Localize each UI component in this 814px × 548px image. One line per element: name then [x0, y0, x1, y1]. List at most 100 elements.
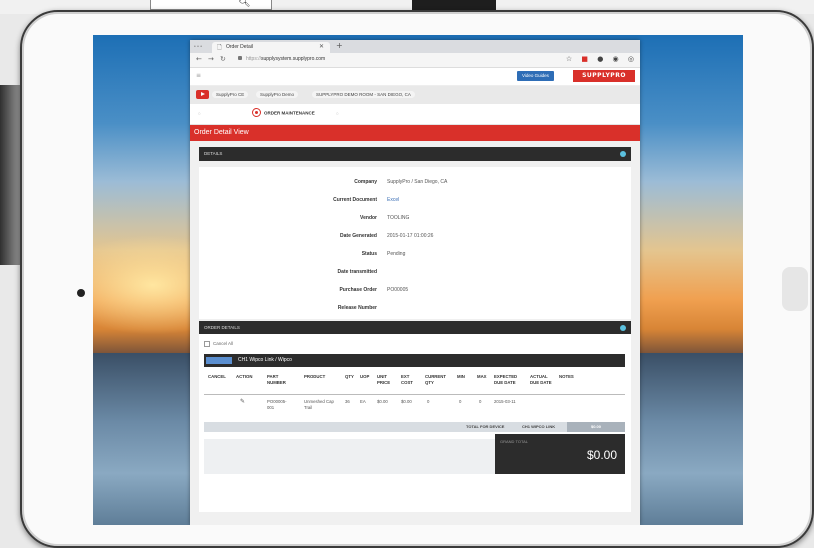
detail-row: Purchase Order PO00005 [199, 287, 631, 297]
toolbar-icons: ☆ ■ ● ◉ ◎ [559, 55, 634, 63]
tablet-camera [77, 289, 85, 297]
column-header: UOP [360, 374, 370, 379]
details-header-label: DETAILS [204, 151, 223, 156]
grand-total-box: GRAND TOTAL $0.00 [495, 434, 625, 474]
browser-window: • • • 🗋 Order Detail ✕ + ← → ↻ https://s… [190, 40, 640, 525]
detail-row: Company SupplyPro / San Diego, CA [199, 179, 631, 189]
subnav-item[interactable]: ○ [198, 111, 201, 116]
detail-row: Vendor TOOLING [199, 215, 631, 225]
group-label: CH1 Wipco Link / Wipco [238, 357, 292, 363]
column-header: EXPECTED DUE DATE [494, 374, 518, 385]
extension-circle-icon[interactable]: ● [597, 55, 603, 63]
detail-value: TOOLING [387, 215, 410, 221]
detail-label: Date transmitted [337, 269, 377, 275]
address-bar[interactable]: https://supplysystem.supplypro.com [246, 56, 325, 62]
column-header: NOTES [559, 374, 574, 379]
part-number: PO00005-001 [267, 399, 287, 410]
window-controls[interactable]: • • • [194, 44, 202, 50]
order-details-panel: Cancel All CH1 Wipco Link / Wipco CANCEL… [199, 334, 631, 512]
detail-row: Date transmitted [199, 269, 631, 279]
cancel-all-label: Cancel All [213, 341, 234, 347]
edit-icon[interactable]: ✎ [240, 398, 245, 405]
detail-label: Vendor [360, 215, 377, 221]
notes-area[interactable] [204, 439, 500, 474]
back-icon[interactable]: ← [196, 55, 202, 63]
table-header: CANCEL ACTION PART NUMBER PRODUCT QTY UO… [204, 370, 625, 395]
order-details-header-label: ORDER DETAILS [204, 325, 240, 330]
tab-order-maintenance[interactable]: ORDER MAINTENANCE [252, 108, 315, 118]
url-host: supplysystem.supplypro.com [261, 56, 326, 62]
detail-link[interactable]: Excel [387, 197, 399, 203]
order-details-header: ORDER DETAILS [199, 321, 631, 335]
detail-label: Purchase Order [339, 287, 377, 293]
detail-row: Current Document Excel [199, 197, 631, 207]
reload-icon[interactable]: ↻ [220, 55, 226, 63]
page-title: Order Detail View [190, 125, 640, 141]
uop: EA [360, 399, 366, 404]
column-header: PRODUCT [304, 374, 326, 379]
star-icon[interactable]: ☆ [566, 55, 572, 63]
url-scheme: https:// [246, 56, 262, 62]
grand-total-label: GRAND TOTAL [500, 439, 529, 444]
info-icon[interactable] [620, 325, 626, 331]
tablet-screen: • • • 🗋 Order Detail ✕ + ← → ↻ https://s… [93, 35, 743, 525]
detail-label: Company [354, 179, 377, 185]
new-tab-button[interactable]: + [336, 41, 343, 50]
menu-icon[interactable]: ◎ [628, 55, 634, 63]
detail-label: Date Generated [340, 233, 377, 239]
table-row: ✎ PO00005-001 Unmeshed Cap Trail 36 EA $… [204, 394, 625, 418]
target-icon [252, 108, 261, 117]
browser-toolbar: ← → ↻ https://supplysystem.supplypro.com… [190, 53, 640, 68]
video-guides-button[interactable]: Video Guides [517, 71, 554, 81]
tab-title: Order Detail [226, 44, 253, 50]
tab-label: ORDER MAINTENANCE [264, 110, 315, 116]
tablet-home-button [782, 267, 808, 311]
product: Unmeshed Cap Trail [304, 399, 334, 410]
main-content: DETAILS Company SupplyPro / San Diego, CA… [190, 141, 640, 525]
cancel-all-checkbox[interactable]: Cancel All [204, 341, 233, 347]
forward-icon[interactable]: → [208, 55, 214, 63]
breadcrumb-item[interactable]: SupplyPro CE [212, 91, 249, 98]
tab-strip: • • • 🗋 Order Detail ✕ + [190, 40, 640, 53]
detail-value: SupplyPro / San Diego, CA [387, 179, 448, 185]
column-header: MAX [477, 374, 487, 379]
app-header: ≡ Video Guides SUPPLYPRO [190, 68, 640, 86]
total-bar: TOTAL FOR DEVICE CH1 WIPCO LINK $0.00 [204, 422, 625, 432]
column-header: UNIT PRICE [377, 374, 391, 385]
breadcrumb-item[interactable]: SupplyPro Demo [256, 91, 299, 98]
detail-row: Release Number [199, 305, 631, 315]
close-icon[interactable]: ✕ [319, 43, 324, 50]
detail-value: Pending [387, 251, 406, 257]
account-icon[interactable]: ◉ [613, 55, 619, 63]
info-icon[interactable] [620, 151, 626, 157]
breadcrumb: SupplyPro CE SupplyPro Demo SUPPLYPRO DE… [190, 86, 640, 104]
video-icon [196, 90, 209, 99]
ext-cost: $0.00 [401, 399, 412, 404]
background-search-field [150, 0, 272, 10]
hamburger-icon[interactable]: ≡ [196, 72, 201, 79]
brand-logo: SUPPLYPRO [573, 70, 635, 82]
detail-label: Current Document [333, 197, 377, 203]
group-bar: CH1 Wipco Link / Wipco [204, 354, 625, 367]
min: 0 [459, 399, 462, 404]
column-header: PART NUMBER [267, 374, 286, 385]
checkbox[interactable] [204, 341, 210, 347]
breadcrumb-item[interactable]: SUPPLYPRO DEMO ROOM - SAN DIEGO, CA [312, 91, 415, 98]
total-label: TOTAL FOR DEVICE [466, 424, 505, 429]
max: 0 [479, 399, 482, 404]
column-header: EXT COST [401, 374, 413, 385]
column-header: CANCEL [208, 374, 226, 379]
search-icon: 🔍︎ [238, 0, 251, 8]
column-header: MIN [457, 374, 465, 379]
browser-tab[interactable]: 🗋 Order Detail ✕ [212, 42, 330, 53]
detail-value: 2015-01-17 01:00:26 [387, 233, 434, 239]
total-group: CH1 WIPCO LINK [522, 424, 556, 429]
detail-row: Status Pending [199, 251, 631, 261]
unit-price: $0.00 [377, 399, 388, 404]
subnav-item[interactable]: ○ [336, 111, 339, 116]
extension-icon[interactable]: ■ [581, 55, 588, 63]
detail-label: Status [361, 251, 377, 257]
page-icon: 🗋 [217, 44, 222, 51]
due-date: 2015-03-11 [494, 399, 516, 404]
column-header: CURRENT QTY [425, 374, 447, 385]
